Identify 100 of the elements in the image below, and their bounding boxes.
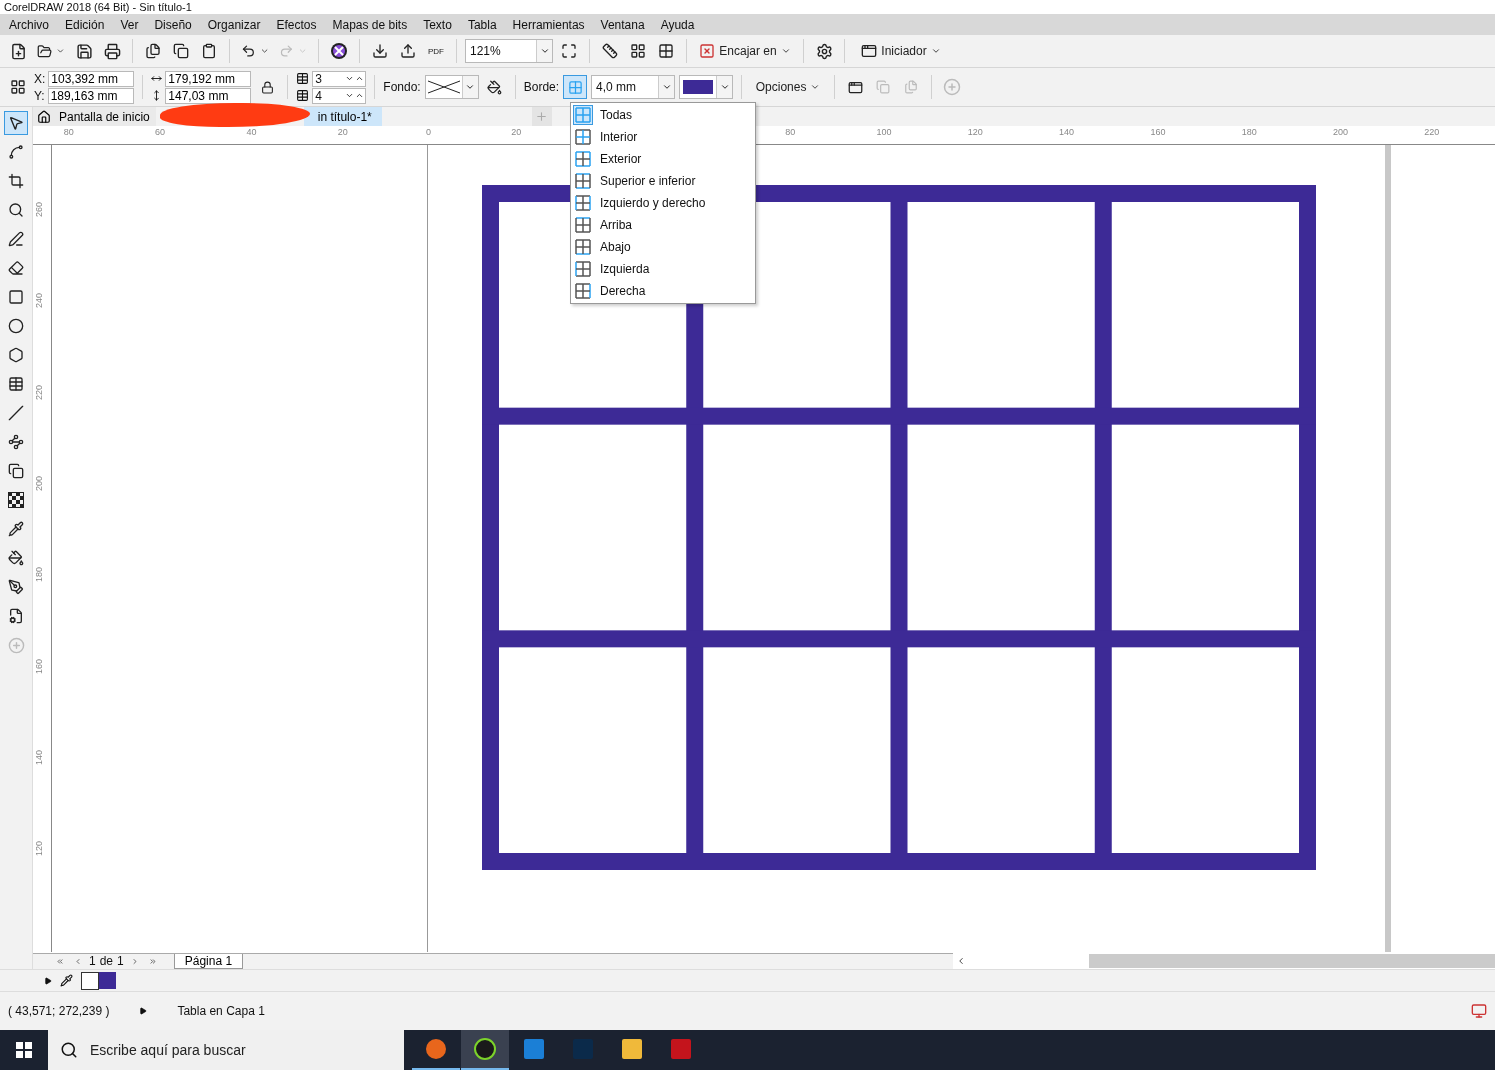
publish-pdf-button[interactable]: PDF xyxy=(424,39,448,63)
x-position-field[interactable]: 103,392 mm xyxy=(48,70,135,87)
caret-icon xyxy=(719,82,730,92)
y-position-field[interactable]: 189,163 mm xyxy=(47,87,134,104)
caret-icon xyxy=(780,46,791,56)
ruler-label: 180 xyxy=(34,567,44,583)
caret-icon xyxy=(810,82,821,92)
menu-item[interactable]: Superior e inferior xyxy=(571,170,755,192)
menu-item[interactable]: Archivo xyxy=(2,17,58,32)
menu-item[interactable]: Edición xyxy=(58,17,114,32)
plus-icon xyxy=(535,110,549,123)
color-swatch[interactable] xyxy=(99,972,116,989)
total-pages: 1 xyxy=(117,954,124,968)
line-icon xyxy=(8,405,24,421)
ruler-label: 100 xyxy=(876,127,892,137)
snap-icon xyxy=(699,43,716,59)
menu-item[interactable]: Izquierdo y derecho xyxy=(571,192,755,214)
zoom-icon xyxy=(8,202,24,218)
freehand-icon xyxy=(8,231,24,247)
rows-spinner[interactable]: 3 xyxy=(312,70,367,87)
menu-item[interactable]: Texto xyxy=(416,17,461,32)
fill-icon xyxy=(8,550,24,566)
search-input[interactable]: Escribe aquí para buscar xyxy=(88,1041,404,1059)
undo-icon xyxy=(241,43,256,59)
ruler-label: 140 xyxy=(34,749,44,765)
palette-arrow-icon[interactable] xyxy=(44,976,52,985)
plus-circle-icon xyxy=(7,636,25,654)
menu-item[interactable]: Organizar xyxy=(200,17,270,32)
columns-spinner[interactable]: 4 xyxy=(312,87,367,104)
width-field[interactable]: 179,192 mm xyxy=(165,70,252,87)
split-icon xyxy=(904,80,919,94)
files-icon xyxy=(145,43,161,59)
import-icon xyxy=(372,43,388,59)
ruler-label: 200 xyxy=(1333,127,1349,137)
printer-icon xyxy=(103,42,121,60)
lock-icon xyxy=(260,80,274,94)
ruler-icon xyxy=(602,43,618,59)
background-fill-combo[interactable] xyxy=(424,75,479,99)
guidelines-icon xyxy=(658,43,674,59)
no-fill-icon xyxy=(425,79,462,95)
polygon-icon xyxy=(8,347,24,363)
ruler-label: 220 xyxy=(34,384,44,400)
menu-item[interactable]: Ver xyxy=(113,17,148,32)
menu-item[interactable]: Todas xyxy=(571,104,755,126)
document-tab[interactable]: in título-1* xyxy=(303,107,382,126)
expand-arrow-icon[interactable] xyxy=(139,1007,148,1015)
ruler-label: 200 xyxy=(34,475,44,491)
menu-item[interactable]: Tabla xyxy=(460,17,506,32)
full-screen-icon xyxy=(561,43,577,59)
eyedropper-icon[interactable] xyxy=(60,974,73,987)
caret-icon xyxy=(930,46,941,56)
menu-item[interactable]: Abajo xyxy=(571,236,755,258)
display-icon[interactable] xyxy=(1471,1003,1487,1019)
rows-icon xyxy=(296,72,310,85)
menu-item[interactable]: Ayuda xyxy=(653,17,704,32)
menu-item[interactable]: Herramientas xyxy=(505,17,594,32)
menu-item[interactable]: Ventana xyxy=(593,17,654,32)
border-color-combo[interactable] xyxy=(679,75,734,99)
border-color-swatch xyxy=(683,80,714,94)
page-of-label: de xyxy=(99,954,114,968)
ruler-label: 240 xyxy=(34,293,44,309)
square-app-icon xyxy=(669,1037,693,1061)
horizontal-scrollbar[interactable] xyxy=(1089,953,1495,968)
ruler-label: 120 xyxy=(34,841,44,857)
menu-item[interactable]: Exterior xyxy=(571,148,755,170)
taskbar-app-button[interactable] xyxy=(461,1030,509,1070)
shadow-icon xyxy=(8,463,24,479)
checkerboard-icon xyxy=(8,492,24,508)
no-color-swatch[interactable] xyxy=(81,971,99,990)
round-app-icon xyxy=(424,1037,448,1061)
document-tab[interactable]: Pantalla de inicio xyxy=(33,107,156,126)
window-icon xyxy=(861,43,878,59)
menu-item[interactable]: Izquierda xyxy=(571,258,755,280)
windows-logo-icon xyxy=(16,1042,32,1058)
menu-item[interactable]: Interior xyxy=(571,126,755,148)
menu-item[interactable]: Derecha xyxy=(571,280,755,302)
menu-item[interactable]: Mapas de bits xyxy=(325,17,417,32)
border-width-combo[interactable]: 4,0 mm xyxy=(591,75,676,99)
clipboard-icon xyxy=(201,43,217,59)
snap-to-button[interactable]: Encajar en xyxy=(695,39,795,63)
border-selector-button[interactable] xyxy=(563,75,588,99)
menu-item[interactable]: Efectos xyxy=(269,17,326,32)
zoom-level-combo[interactable]: 121% xyxy=(465,39,553,63)
taskbar-search-field[interactable]: Escribe aquí para buscar xyxy=(48,1030,404,1070)
tool-button[interactable] xyxy=(4,111,28,135)
square-app-icon xyxy=(571,1037,595,1061)
caret-icon xyxy=(297,46,307,56)
launcher-button[interactable]: Iniciador xyxy=(853,39,949,63)
current-page: 1 xyxy=(89,954,96,968)
vertical-scrollbar[interactable] xyxy=(1385,145,1391,952)
menu-item[interactable]: Arriba xyxy=(571,214,755,236)
menu-item[interactable]: Diseño xyxy=(147,17,201,32)
height-field[interactable]: 147,03 mm xyxy=(165,87,252,104)
border-label: Borde: xyxy=(523,80,560,94)
options-button[interactable]: Opciones xyxy=(750,75,827,99)
rectangle-icon xyxy=(8,289,24,305)
y-label: Y: xyxy=(34,88,45,103)
page-tab[interactable]: Página 1 xyxy=(173,953,244,969)
ruler-label: 160 xyxy=(34,658,44,674)
plus-circle-icon xyxy=(943,78,962,96)
